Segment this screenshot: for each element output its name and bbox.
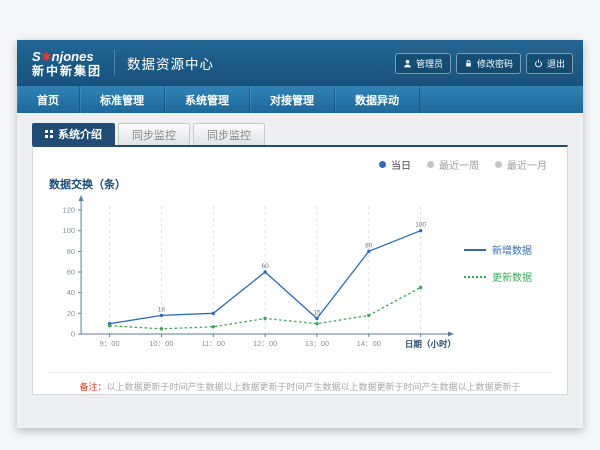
svg-text:10：00: 10：00 [149,339,173,348]
user-icon [403,59,412,68]
footnote: 备注：以上数据更新于时间产生数据以上数据更新于时间产生数据以上数据更新于时间产生… [47,372,553,393]
logo-text-suffix: njones [52,50,94,63]
chart-row: 0 20 40 60 80 100 120 9：00 10：00 11：00 12：00 13：00 1… [47,194,553,362]
filter-label: 最近一周 [439,157,479,172]
svg-text:11：00: 11：00 [201,339,225,348]
app-header: S njones 新中新集团 数据资源中心 管理员 [17,40,583,86]
svg-text:18: 18 [158,306,166,313]
divider [114,50,115,76]
line-chart: 0 20 40 60 80 100 120 9：00 10：00 11：00 12：00 13：00 1… [47,194,458,362]
logo-wordmark: S njones [32,50,102,63]
solid-line-icon [464,249,486,251]
note-label: 备注： [79,382,106,392]
svg-text:100: 100 [63,226,76,235]
svg-text:20: 20 [67,309,75,318]
tab-bar: 系统介绍 同步监控 同步监控 [32,123,568,145]
note-text: 以上数据更新于时间产生数据以上数据更新于时间产生数据以上数据更新于时间产生数据以… [107,382,521,392]
change-password-button[interactable]: 修改密码 [456,53,521,74]
filter-label: 最近一月 [507,157,547,172]
company-logo: S njones 新中新集团 [32,50,102,77]
nav-item-system-mgmt[interactable]: 系统管理 [165,86,250,113]
nav-item-data-change[interactable]: 数据异动 [335,86,420,113]
filter-label: 当日 [391,157,411,172]
svg-text:0: 0 [71,330,75,339]
time-range-filters: 当日 最近一周 最近一月 [47,155,553,176]
svg-text:120: 120 [63,206,76,215]
filter-today[interactable]: 当日 [379,157,411,172]
tab-sync-monitor-2[interactable]: 同步监控 [193,123,265,145]
tab-sync-monitor-1[interactable]: 同步监控 [118,123,190,145]
filter-last-month[interactable]: 最近一月 [495,157,547,172]
legend-label: 更新数据 [492,269,532,284]
main-nav: 首页 标准管理 系统管理 对接管理 数据异动 [17,86,583,113]
svg-text:12：00: 12：00 [253,339,277,348]
series-legend: 新增数据 更新数据 [458,194,553,362]
tab-label: 同步监控 [207,127,251,143]
nav-item-home[interactable]: 首页 [17,86,80,113]
svg-text:60: 60 [67,268,75,277]
logo-star-icon [42,52,51,61]
nav-item-integration-mgmt[interactable]: 对接管理 [250,86,335,113]
svg-text:80: 80 [365,242,373,249]
svg-text:13：00: 13：00 [305,339,329,348]
page-title: 数据资源中心 [127,53,214,73]
tab-label: 同步监控 [132,127,176,143]
app-window: S njones 新中新集团 数据资源中心 管理员 [17,40,583,428]
logout-button-label: 退出 [547,57,565,70]
radio-dot-icon [379,161,386,168]
tab-label: 系统介绍 [58,126,102,142]
svg-text:40: 40 [67,288,75,297]
y-axis-title: 数据交换（条） [49,176,553,192]
grid-icon [45,130,53,138]
svg-text:100: 100 [415,222,426,229]
nav-item-standard-mgmt[interactable]: 标准管理 [80,86,165,113]
chart-card: 当日 最近一周 最近一月 数据交换（条） 0 20 40 60 80 100 120 9：00… [32,145,568,395]
change-password-button-label: 修改密码 [477,57,513,70]
radio-dot-icon [495,161,502,168]
content-area: 系统介绍 同步监控 同步监控 当日 最近一周 [17,113,583,395]
admin-button-label: 管理员 [416,57,443,70]
svg-text:14：00: 14：00 [357,339,381,348]
logout-button[interactable]: 退出 [526,53,573,74]
logo-text-prefix: S [32,50,41,63]
admin-button[interactable]: 管理员 [395,53,451,74]
lock-icon [464,59,473,68]
user-actions: 管理员 修改密码 退出 [395,53,573,74]
svg-text:80: 80 [67,247,75,256]
dotted-line-icon [464,276,486,278]
svg-text:15: 15 [313,310,321,317]
legend-label: 新增数据 [492,242,532,257]
power-icon [534,59,543,68]
legend-updated-data: 更新数据 [464,269,553,284]
tab-system-intro[interactable]: 系统介绍 [32,123,115,145]
legend-new-data: 新增数据 [464,242,553,257]
filter-last-week[interactable]: 最近一周 [427,157,479,172]
svg-text:60: 60 [261,263,269,270]
radio-dot-icon [427,161,434,168]
svg-text:9：00: 9：00 [100,339,120,348]
logo-subtitle: 新中新集团 [32,65,102,77]
svg-text:日期（小时）: 日期（小时） [405,339,456,349]
